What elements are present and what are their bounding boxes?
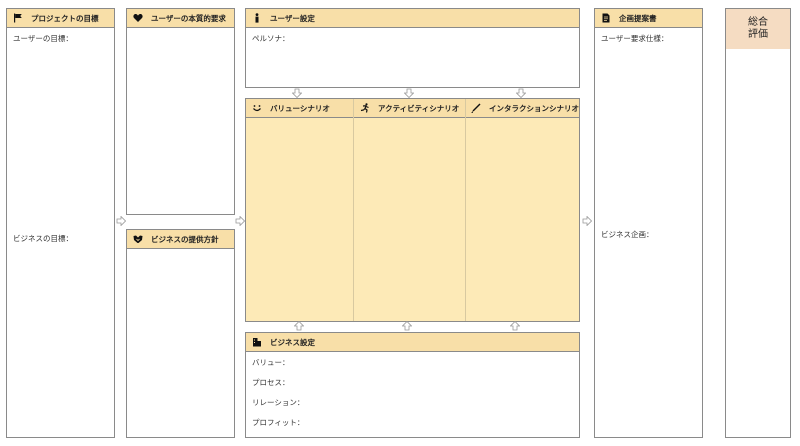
value-scenario-header: バリューシナリオ: [246, 99, 353, 118]
project-goals-title: プロジェクトの目標: [31, 13, 99, 23]
essential-requirements-panel: ユーザーの本質的要求: [126, 8, 235, 215]
arrow-down-icon: [292, 88, 302, 98]
relation-label: リレーション：: [252, 398, 305, 407]
arrow-up-icon: [402, 321, 412, 331]
scenarios-panel: バリューシナリオ アクティビティシナリオ インタラクションシナリオ: [245, 98, 580, 322]
arrow-down-icon: [516, 88, 526, 98]
flag-icon: [12, 13, 23, 24]
business-policy-panel: ビジネスの提供方針: [126, 229, 235, 438]
business-planning-label: ビジネス企画：: [601, 230, 654, 239]
business-policy-header: ビジネスの提供方針: [127, 230, 234, 249]
building-icon: [251, 337, 262, 348]
value-label: バリュー：: [252, 358, 290, 367]
project-goals-panel: プロジェクトの目標 ユーザーの目標： ビジネスの目標：: [6, 8, 115, 438]
business-setting-header: ビジネス設定: [246, 333, 579, 352]
proposal-panel: 企画提案書 ユーザー要求仕様： ビジネス企画：: [594, 8, 703, 438]
user-setting-panel: ユーザー設定 ペルソナ：: [245, 8, 580, 88]
summary-evaluation-panel: 総合 評価: [725, 8, 791, 438]
summary-evaluation-title: 総合 評価: [726, 9, 790, 49]
person-icon: [251, 13, 262, 24]
user-setting-title: ユーザー設定: [270, 13, 315, 23]
activity-scenario-header: アクティビティシナリオ: [354, 99, 465, 118]
arrow-up-icon: [294, 321, 304, 331]
user-goal-label: ユーザーの目標：: [13, 34, 73, 43]
requirements-spec-label: ユーザー要求仕様：: [601, 34, 669, 43]
activity-scenario-title: アクティビティシナリオ: [378, 103, 460, 113]
project-goals-header: プロジェクトの目標: [7, 9, 114, 28]
activity-scenario-column: アクティビティシナリオ: [354, 99, 466, 321]
heart-icon: [132, 13, 143, 24]
arrow-up-icon: [510, 321, 520, 331]
profit-label: プロフィット：: [252, 418, 305, 427]
business-setting-panel: ビジネス設定 バリュー： プロセス： リレーション： プロフィット：: [245, 332, 580, 438]
interaction-scenario-column: インタラクションシナリオ: [466, 99, 579, 321]
arrow-right-icon: [116, 216, 126, 226]
business-setting-title: ビジネス設定: [270, 337, 315, 347]
arrow-right-icon: [235, 216, 245, 226]
proposal-header: 企画提案書: [595, 9, 702, 28]
document-icon: [600, 13, 611, 24]
persona-label: ペルソナ：: [252, 34, 290, 43]
interaction-scenario-header: インタラクションシナリオ: [466, 99, 579, 118]
user-setting-header: ユーザー設定: [246, 9, 579, 28]
interaction-scenario-title: インタラクションシナリオ: [489, 103, 579, 113]
handshake-icon: [132, 234, 143, 245]
process-label: プロセス：: [252, 378, 290, 387]
essential-requirements-header: ユーザーの本質的要求: [127, 9, 234, 28]
value-scenario-title: バリューシナリオ: [270, 103, 330, 113]
essential-requirements-title: ユーザーの本質的要求: [151, 13, 226, 23]
business-policy-title: ビジネスの提供方針: [151, 234, 219, 244]
value-scenario-column: バリューシナリオ: [246, 99, 354, 321]
arrow-right-icon: [582, 216, 592, 226]
smile-icon: [251, 103, 262, 114]
arrow-down-icon: [404, 88, 414, 98]
pen-icon: [471, 103, 481, 114]
business-goal-label: ビジネスの目標：: [13, 234, 73, 243]
running-person-icon: [359, 103, 370, 114]
proposal-title: 企画提案書: [619, 13, 657, 23]
